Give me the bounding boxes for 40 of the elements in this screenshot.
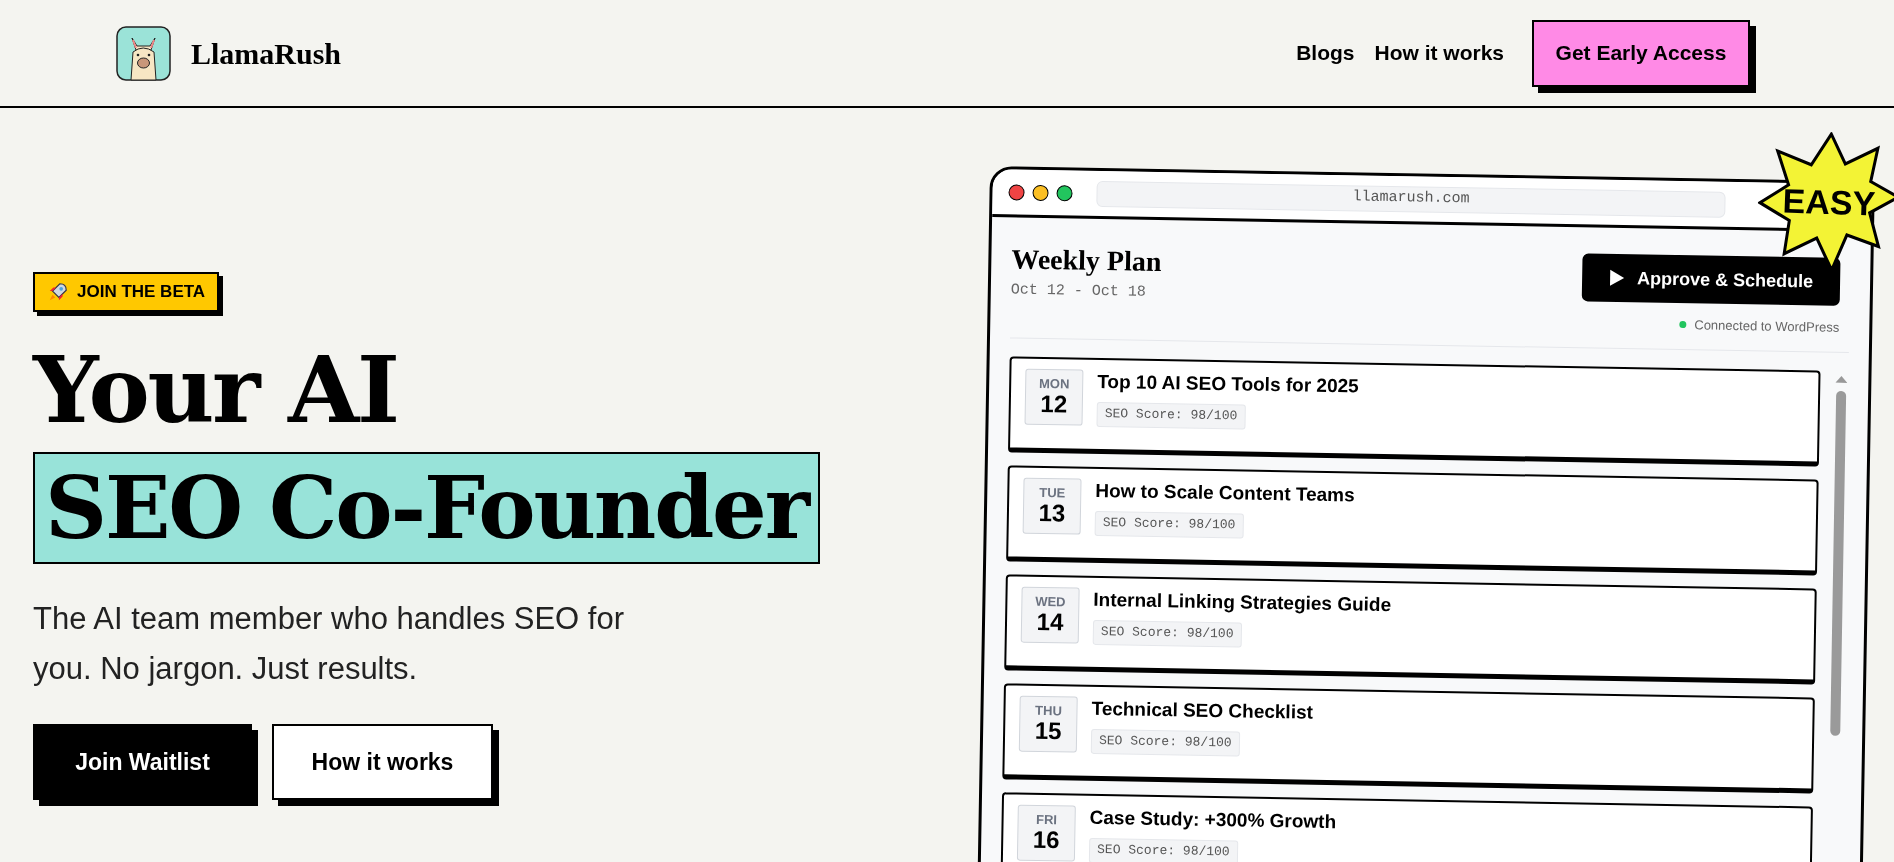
- day-number: 12: [1040, 390, 1068, 417]
- post-title: Internal Linking Strategies Guide: [1093, 587, 1392, 617]
- weekday: THU: [1035, 703, 1062, 718]
- play-icon: [1608, 268, 1626, 288]
- seo-score-tag: SEO Score: 98/100: [1090, 728, 1240, 756]
- nav-link[interactable]: Blogs: [1296, 37, 1355, 69]
- post-card[interactable]: MON 12 Top 10 AI SEO Tools for 2025 SEO Score: 98/100: [1008, 355, 1821, 466]
- post-title: Technical SEO Checklist: [1091, 696, 1314, 725]
- seo-score-tag: SEO Score: 98/100: [1096, 401, 1246, 429]
- headline: Your AI: [33, 335, 399, 446]
- day-number: 13: [1038, 499, 1066, 526]
- plan-title: Weekly Plan: [1011, 243, 1162, 278]
- seo-score-tag: SEO Score: 98/100: [1088, 837, 1238, 862]
- subtitle: The AI team member who handles SEO for you. No jargon. Just results.: [33, 600, 625, 688]
- weekday: MON: [1038, 376, 1070, 391]
- post-title: Case Study: +300% Growth: [1089, 805, 1337, 834]
- weekday: FRI: [1036, 812, 1058, 827]
- post-card[interactable]: FRI 16 Case Study: +300% Growth SEO Score: 98/100: [1000, 791, 1813, 862]
- weekday: WED: [1035, 594, 1066, 609]
- weekday: TUE: [1039, 485, 1066, 500]
- rocket-icon: [47, 281, 69, 303]
- day-number: 15: [1034, 717, 1062, 744]
- scrollbar-thumb[interactable]: [1830, 390, 1847, 736]
- day-number: 14: [1036, 608, 1064, 635]
- address-bar[interactable]: llamarush.com: [1096, 180, 1726, 218]
- llama-logo-icon: [116, 25, 171, 81]
- day-number: 16: [1032, 826, 1060, 853]
- post-card[interactable]: WED 14 Internal Linking Strategies Guide SEO Score: 98/100: [1004, 573, 1817, 684]
- post-title: Top 10 AI SEO Tools for 2025: [1097, 369, 1359, 398]
- date-range: Oct 12 - Oct 18: [1010, 280, 1147, 303]
- post-card[interactable]: THU 15 Technical SEO Checklist SEO Score: 98/100: [1002, 682, 1815, 793]
- seo-score-tag: SEO Score: 98/100: [1094, 510, 1244, 538]
- post-title: How to Scale Content Teams: [1095, 478, 1355, 507]
- scroll-up-arrow-icon[interactable]: [1835, 374, 1848, 383]
- connection-status: Connected to WordPress: [1694, 316, 1840, 337]
- brand-name[interactable]: LlamaRush: [191, 30, 342, 76]
- post-card[interactable]: TUE 13 How to Scale Content Teams SEO Score: 98/100: [1006, 464, 1819, 575]
- seo-score-tag: SEO Score: 98/100: [1092, 619, 1242, 647]
- approve-schedule-button[interactable]: Approve & Schedule: [1581, 253, 1841, 306]
- nav-link[interactable]: How it works: [1374, 37, 1504, 69]
